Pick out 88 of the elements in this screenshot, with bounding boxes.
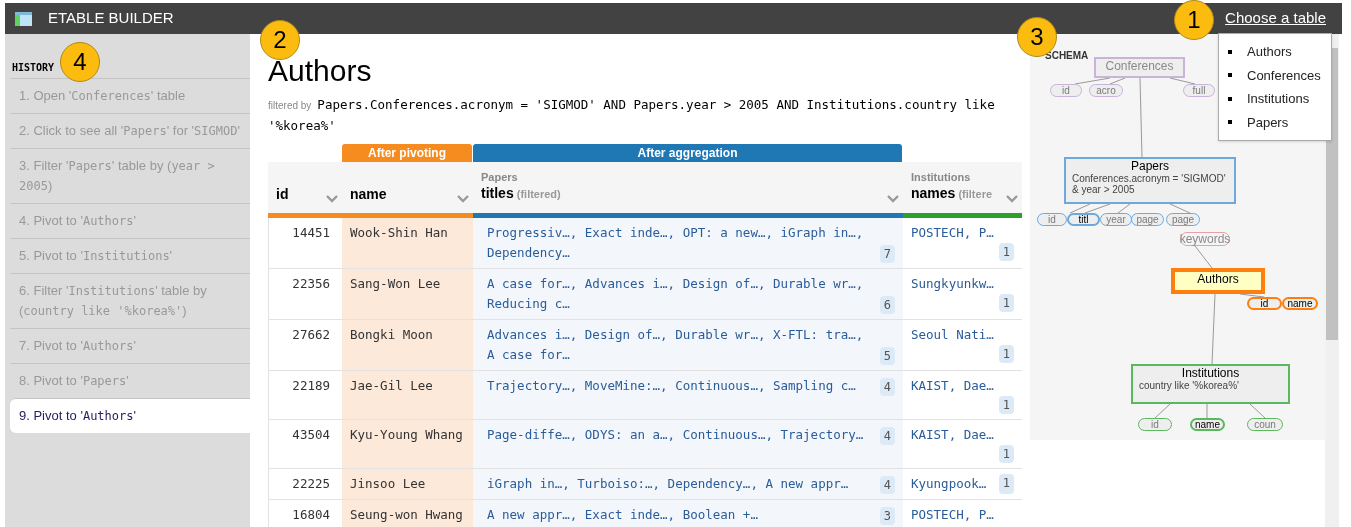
schema-table-node[interactable]: Conferences [1094, 57, 1185, 78]
schema-table-node[interactable]: Authors [1171, 268, 1265, 294]
table-cell: Sang-Won Lee [342, 269, 473, 319]
chevron-down-icon[interactable] [457, 195, 469, 203]
table-cell: Bongki Moon [342, 320, 473, 370]
count-badge: 1 [998, 243, 1014, 261]
connector-line [1154, 403, 1171, 419]
schema-field[interactable]: name [1190, 418, 1225, 431]
schema-field[interactable]: name [1282, 297, 1318, 310]
schema-field[interactable]: acro [1089, 84, 1123, 97]
history-item[interactable]: 3. Filter 'Papers' table by (year > 2005) [10, 148, 250, 203]
chevron-down-icon[interactable] [887, 195, 899, 203]
count-badge: 1 [998, 345, 1014, 363]
chevron-down-icon[interactable] [326, 195, 338, 203]
history-item[interactable]: 9. Pivot to 'Authors' [10, 398, 250, 433]
filter-description: filtered by Papers.Conferences.acronym = 'SIGMOD' AND Papers.year > 2005 AND Institutions.country like '%korea%' [268, 96, 996, 135]
column-header[interactable]: id [268, 162, 342, 218]
connector-line [1169, 77, 1196, 85]
menu-item[interactable]: Papers [1228, 110, 1331, 134]
count-badge: 4 [879, 427, 895, 445]
choose-table-link[interactable]: Choose a table [1225, 7, 1326, 30]
table-cell: A case for…, Advances i…, Design of…, Durable wr…, Reducing c… 6 [473, 269, 903, 319]
connector-line [1211, 293, 1216, 365]
history-item[interactable]: 4. Pivot to 'Authors' [10, 203, 250, 238]
history-heading: HISTORY [12, 62, 55, 73]
table-cell: iGraph in…, Turboiso:…, Dependency…, A new appr… 4 [473, 469, 903, 499]
table-cell: Page-diffe…, ODYS: an a…, Continuous…, Trajectory… 4 [473, 420, 903, 468]
history-item[interactable]: 7. Pivot to 'Authors' [10, 328, 250, 363]
connector-line [1249, 403, 1266, 419]
schema-field[interactable]: year [1100, 213, 1132, 226]
history-item[interactable]: 5. Pivot to 'Institutions' [10, 238, 250, 273]
column-group-banner: After pivoting [342, 144, 472, 162]
count-badge: 3 [879, 507, 895, 525]
count-badge: 1 [998, 294, 1014, 312]
callout-number: 2 [260, 20, 300, 60]
schema-field[interactable]: id [1050, 84, 1082, 97]
count-badge: 7 [879, 245, 895, 263]
connector-line [1206, 403, 1208, 419]
connector-line [1169, 203, 1191, 214]
schema-field[interactable]: id [1138, 418, 1172, 431]
menu-item[interactable]: Authors [1228, 40, 1331, 64]
count-badge: 5 [879, 347, 895, 365]
column-header[interactable]: Papers titles (filtered) [473, 162, 903, 218]
column-header[interactable]: Institutions names (filtere [903, 162, 1022, 218]
schema-field[interactable]: id [1247, 297, 1282, 310]
connector-line [1084, 203, 1111, 214]
chevron-down-icon[interactable] [1006, 195, 1018, 203]
schema-field[interactable]: coun [1247, 418, 1283, 431]
schema-table-node[interactable]: Institutions country like '%korea%' [1131, 364, 1290, 404]
menu-item[interactable]: Institutions [1228, 87, 1331, 111]
table-cell: Kyu-Young Whang [342, 420, 473, 468]
schema-field[interactable]: page [1166, 213, 1200, 226]
schema-field[interactable]: id [1037, 213, 1067, 226]
count-badge: 6 [879, 296, 895, 314]
bullet-icon [1228, 120, 1232, 125]
schema-field[interactable]: titl [1067, 213, 1100, 226]
schema-table-node[interactable]: Papers Conferences.acronym = 'SIGMOD' & year > 2005 [1064, 157, 1236, 204]
connector-line [1117, 203, 1131, 214]
table-cell: Jinsoo Lee [342, 469, 473, 499]
table-cell: Progressiv…, Exact inde…, OPT: a new…, iGraph in…, Dependency… 7 [473, 218, 903, 268]
app-logo-icon [15, 11, 32, 26]
count-badge: 4 [879, 378, 895, 396]
bullet-icon [1228, 96, 1232, 101]
count-badge: 4 [879, 476, 895, 494]
history-item[interactable]: 2. Click to see all 'Papers' for 'SIGMOD' [10, 113, 250, 148]
menu-item[interactable]: Conferences [1228, 63, 1331, 87]
table-cell: Wook-Shin Han [342, 218, 473, 268]
bullet-icon [1228, 73, 1232, 78]
schema-heading: SCHEMA [1045, 49, 1089, 63]
column-group-banner: After aggregation [473, 144, 902, 162]
table-cell: Jae-Gil Lee [342, 371, 473, 419]
connector-line [1069, 203, 1091, 214]
app-title: ETABLE BUILDER [48, 8, 174, 29]
connector-line [1239, 293, 1265, 298]
schema-field[interactable]: full [1183, 84, 1215, 97]
table-cell: Seung-won Hwang [342, 500, 473, 527]
table-cell: Advances i…, Design of…, Durable wr…, X-FTL: tra…, A case for… 5 [473, 320, 903, 370]
connector-line [1194, 245, 1213, 269]
schema-field[interactable]: keywords [1180, 232, 1230, 246]
schema-field[interactable]: page [1131, 213, 1164, 226]
column-header[interactable]: name [342, 162, 473, 218]
count-badge: 1 [998, 445, 1014, 463]
count-badge: 1 [998, 474, 1014, 494]
count-badge: 1 [998, 396, 1014, 414]
bullet-icon [1228, 49, 1232, 54]
history-item[interactable]: 6. Filter 'Institutions' table by (country like '%korea%') [10, 273, 250, 328]
table-cell: Trajectory…, MoveMine:…, Continuous…, Sampling c… 4 [473, 371, 903, 419]
table-cell: A new appr…, Exact inde…, Boolean +… 3 [473, 500, 903, 527]
